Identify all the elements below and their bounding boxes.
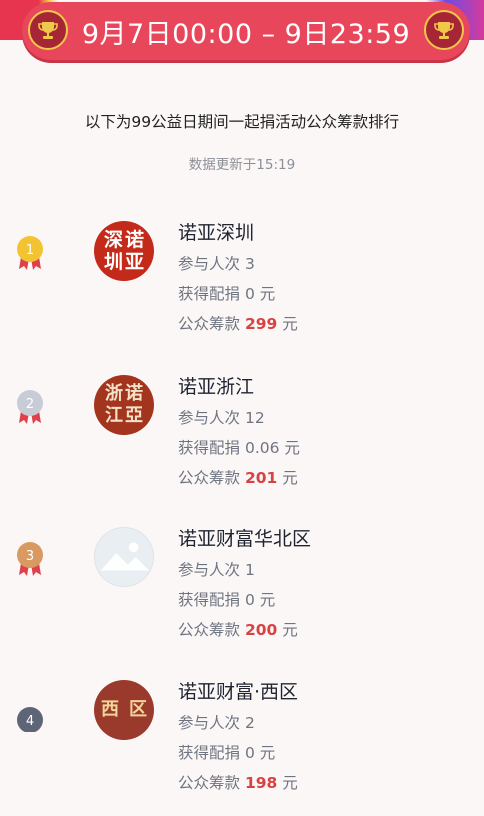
unit-label: 元	[259, 591, 276, 609]
participants-value: 2	[244, 714, 255, 732]
avatar-char: 圳	[103, 251, 123, 273]
avatar-char: 西	[101, 699, 119, 720]
avatar-char: 区	[129, 699, 147, 720]
participants-label: 参与人次	[178, 255, 241, 273]
unit-label: 元	[282, 315, 298, 333]
matched-stat: 获得配捐 0.06 元	[178, 436, 300, 458]
avatar-char: 诺	[125, 229, 145, 251]
team-name: 诺亚浙江	[178, 376, 255, 398]
avatar-placeholder	[94, 527, 154, 587]
raised-label: 公众筹款	[178, 621, 241, 639]
ranking-description: 以下为99公益日期间一起捐活动公众筹款排行	[84, 113, 400, 131]
matched-stat: 获得配捐 0 元	[178, 588, 275, 610]
matched-label: 获得配捐	[178, 439, 241, 457]
team-name: 诺亚财富·西区	[178, 681, 299, 703]
participants-label: 参与人次	[178, 409, 241, 427]
unit-label: 元	[282, 621, 298, 639]
rank-number: 2	[26, 397, 34, 412]
avatar-char: 亞	[125, 405, 143, 426]
matched-value: 0	[244, 591, 255, 609]
avatar-char: 诺	[125, 383, 143, 404]
matched-stat: 获得配捐 0 元	[178, 741, 275, 763]
update-time: 数据更新于15:19	[188, 157, 296, 173]
raised-label: 公众筹款	[178, 469, 241, 487]
raised-stat: 公众筹款 200 元	[178, 618, 298, 640]
matched-value: 0	[244, 285, 255, 303]
matched-stat: 获得配捐 0 元	[178, 282, 275, 304]
avatar-char: 深	[103, 229, 123, 251]
bronze-medal-icon: 3	[17, 542, 43, 576]
gold-medal-icon: 1	[17, 236, 43, 270]
matched-label: 获得配捐	[178, 285, 241, 303]
raised-label: 公众筹款	[178, 774, 241, 792]
raised-value: 198	[244, 774, 278, 792]
raised-value: 201	[244, 469, 278, 487]
participants-value: 12	[244, 409, 265, 427]
trophy-icon	[424, 10, 464, 50]
avatar-char: 浙	[105, 383, 123, 404]
ranking-row[interactable]: 1 深 诺 圳 亚 诺亚深圳 参与人次 3 获得配捐 0 元 公众筹款 299 …	[0, 218, 484, 348]
unit-label: 元	[259, 744, 276, 762]
date-range: 9月7日00:00 – 9日23:59	[81, 18, 411, 50]
raised-value: 299	[244, 315, 278, 333]
matched-value: 0.06	[244, 439, 280, 457]
avatar-char: 江	[105, 405, 123, 426]
team-name: 诺亚深圳	[178, 222, 255, 244]
image-placeholder-icon	[100, 542, 150, 571]
unit-label: 元	[282, 469, 298, 487]
participants-stat: 参与人次 3	[178, 252, 255, 274]
participants-stat: 参与人次 2	[178, 711, 255, 733]
participants-value: 1	[244, 561, 255, 579]
unit-label: 元	[284, 439, 300, 457]
matched-label: 获得配捐	[178, 591, 241, 609]
participants-label: 参与人次	[178, 561, 241, 579]
avatar: 深 诺 圳 亚	[94, 221, 154, 281]
participants-value: 3	[244, 255, 255, 273]
ranking-row[interactable]: 3 诺亚财富华北区 参与人次 1 获得配捐 0 元 公众筹款 200 元	[0, 524, 484, 654]
participants-stat: 参与人次 12	[178, 406, 265, 428]
raised-value: 200	[244, 621, 278, 639]
date-banner: 9月7日00:00 – 9日23:59	[22, 2, 470, 60]
avatar: 西 区	[94, 680, 154, 740]
avatar: 浙 诺 江 亞	[94, 375, 154, 435]
unit-label: 元	[259, 285, 276, 303]
participants-label: 参与人次	[178, 714, 241, 732]
participants-stat: 参与人次 1	[178, 558, 255, 580]
raised-stat: 公众筹款 201 元	[178, 466, 298, 488]
unit-label: 元	[282, 774, 298, 792]
raised-label: 公众筹款	[178, 315, 241, 333]
matched-label: 获得配捐	[178, 744, 241, 762]
team-name: 诺亚财富华北区	[178, 528, 312, 550]
silver-medal-icon: 2	[17, 390, 43, 424]
trophy-icon	[28, 10, 68, 50]
rank-badge-icon: 4	[17, 707, 43, 732]
ranking-row[interactable]: 4 西 区 诺亚财富·西区 参与人次 2 获得配捐 0 元 公众筹款 198 元	[0, 677, 484, 807]
raised-stat: 公众筹款 299 元	[178, 312, 298, 334]
ranking-row[interactable]: 2 浙 诺 江 亞 诺亚浙江 参与人次 12 获得配捐 0.06 元 公众筹款 …	[0, 372, 484, 502]
rank-number: 3	[26, 549, 34, 564]
raised-stat: 公众筹款 198 元	[178, 771, 298, 793]
rank-number: 4	[26, 714, 34, 729]
avatar-char: 亚	[125, 251, 145, 273]
matched-value: 0	[244, 744, 255, 762]
rank-number: 1	[26, 243, 34, 258]
